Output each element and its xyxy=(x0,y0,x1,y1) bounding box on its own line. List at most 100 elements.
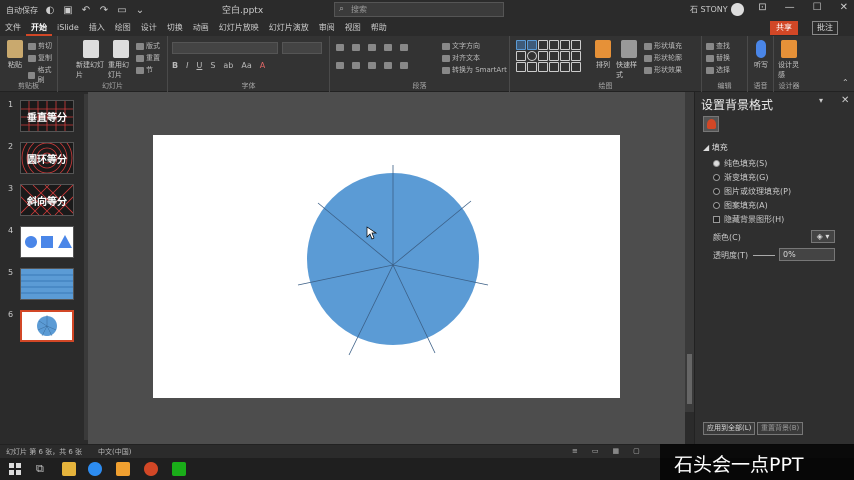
smartart-button[interactable]: 转换为 SmartArt xyxy=(442,65,507,75)
current-slide[interactable] xyxy=(153,135,620,398)
pattern-fill-radio[interactable]: 图案填充(A) xyxy=(713,200,768,211)
notes-icon[interactable]: ≡ xyxy=(572,447,578,455)
transparency-slider[interactable] xyxy=(753,255,775,256)
bullets-icon[interactable] xyxy=(336,44,344,51)
hide-bg-graphics-checkbox[interactable]: 隐藏背景图形(H) xyxy=(713,214,784,225)
slide-thumbnail-1[interactable]: 垂直等分 xyxy=(20,100,74,132)
pane-options-icon[interactable]: ▾ xyxy=(819,96,823,105)
replace-button[interactable]: 替换 xyxy=(706,53,730,63)
sorter-view-icon[interactable]: ▦ xyxy=(613,447,620,455)
align-text-button[interactable]: 对齐文本 xyxy=(442,53,480,63)
slide-thumbnail-3[interactable]: 斜向等分 xyxy=(20,184,74,216)
undo-icon[interactable]: ↶ xyxy=(80,4,92,16)
save-icon[interactable]: ▣ xyxy=(62,4,74,16)
customize-qat-icon[interactable]: ⌄ xyxy=(134,4,146,16)
maximize-icon[interactable]: ☐ xyxy=(813,2,822,13)
autosave-toggle-icon[interactable]: ◐ xyxy=(44,4,56,16)
textbox-shape-icon[interactable] xyxy=(516,40,526,50)
minimize-icon[interactable]: — xyxy=(785,2,795,13)
slide-thumbnail-6[interactable] xyxy=(20,310,74,342)
new-slide-button[interactable]: 新建幻灯片 xyxy=(76,40,106,80)
reading-view-icon[interactable]: ▢ xyxy=(633,447,640,455)
slide-scrollbar[interactable] xyxy=(685,92,694,412)
char-spacing-icon[interactable]: ab xyxy=(223,61,233,70)
underline-icon[interactable]: U xyxy=(196,61,202,70)
change-case-icon[interactable]: Aa xyxy=(241,61,251,70)
gradient-fill-radio[interactable]: 渐变填充(G) xyxy=(713,172,768,183)
shape-effects-button[interactable]: 形状效果 xyxy=(644,65,682,75)
slide-thumbnail-4[interactable] xyxy=(20,226,74,258)
arrange-button[interactable]: 排列 xyxy=(590,40,616,70)
avatar[interactable] xyxy=(731,3,744,16)
tab-draw[interactable]: 绘图 xyxy=(110,20,136,36)
browser-icon[interactable] xyxy=(88,462,102,476)
decrease-indent-icon[interactable] xyxy=(368,44,376,51)
connector-shape-icon[interactable] xyxy=(549,51,559,61)
section-button[interactable]: 节 xyxy=(136,65,153,75)
more-shapes-icon[interactable] xyxy=(571,62,581,72)
text-direction-button[interactable]: 文字方向 xyxy=(442,41,480,51)
comments-button[interactable]: 批注 xyxy=(812,21,838,35)
tab-help[interactable]: 帮助 xyxy=(366,20,392,36)
language-indicator[interactable]: 中文(中国) xyxy=(98,447,131,457)
paste-button[interactable]: 粘贴 xyxy=(4,40,26,70)
ribbon-display-icon[interactable]: ⊡ xyxy=(758,2,766,13)
transparency-input[interactable]: 0% xyxy=(779,248,835,261)
collapse-ribbon-icon[interactable]: ⌃ xyxy=(842,78,849,87)
tab-rehearse[interactable]: 幻灯片演放 xyxy=(264,20,314,36)
design-ideas-button[interactable]: 设计灵感 xyxy=(778,40,800,80)
justify-icon[interactable] xyxy=(384,62,392,69)
cut-button[interactable]: 剪切 xyxy=(28,41,52,51)
callout-shape-icon[interactable] xyxy=(549,62,559,72)
powerpoint-icon[interactable] xyxy=(144,462,158,476)
dictate-button[interactable]: 听写 xyxy=(750,40,772,70)
fill-section-header[interactable]: ◢ 填充 xyxy=(703,142,728,153)
align-left-icon[interactable] xyxy=(336,62,344,69)
slide-thumbnail-5[interactable] xyxy=(20,268,74,300)
chat-app-icon[interactable] xyxy=(172,462,186,476)
share-button[interactable]: 共享 xyxy=(770,21,798,35)
tab-file[interactable]: 文件 xyxy=(0,20,26,36)
font-color-icon[interactable]: A xyxy=(260,61,265,70)
shape-fill-button[interactable]: 形状填充 xyxy=(644,41,682,51)
align-right-icon[interactable] xyxy=(368,62,376,69)
rect2-shape-icon[interactable] xyxy=(527,51,537,61)
redo-icon[interactable]: ↷ xyxy=(98,4,110,16)
normal-view-icon[interactable]: ▭ xyxy=(592,447,599,455)
start-from-beginning-icon[interactable]: ▭ xyxy=(116,4,128,16)
solid-fill-radio[interactable]: 纯色填充(S) xyxy=(713,158,767,169)
strikethrough-icon[interactable]: S xyxy=(210,61,215,70)
picture-fill-radio[interactable]: 图片或纹理填充(P) xyxy=(713,186,791,197)
font-size-box[interactable] xyxy=(282,42,322,54)
user-name[interactable]: 石 STONY xyxy=(690,4,728,15)
file-explorer-icon[interactable] xyxy=(62,462,76,476)
shape-outline-button[interactable]: 形状轮廓 xyxy=(644,53,682,63)
close-icon[interactable]: ✕ xyxy=(841,95,849,106)
tab-slideshow[interactable]: 幻灯片放映 xyxy=(214,20,264,36)
apply-to-all-button[interactable]: 应用到全部(L) xyxy=(703,422,756,435)
fill-tab-icon[interactable] xyxy=(703,116,719,132)
arrow-shape-icon[interactable] xyxy=(560,40,570,50)
vertical-textbox-shape-icon[interactable] xyxy=(527,40,537,50)
line-spacing-icon[interactable] xyxy=(400,44,408,51)
close-icon[interactable]: ✕ xyxy=(840,2,848,13)
bracket-shape-icon[interactable] xyxy=(560,62,570,72)
arrow-right-shape-icon[interactable] xyxy=(516,62,526,72)
quick-styles-button[interactable]: 快速样式 xyxy=(616,40,642,80)
autosave-label[interactable]: 自动保存 xyxy=(6,5,38,16)
reset-background-button[interactable]: 重置背景(B) xyxy=(757,422,804,435)
task-view-icon[interactable]: ⧉ xyxy=(36,462,44,476)
font-name-box[interactable] xyxy=(172,42,278,54)
layout-button[interactable]: 版式 xyxy=(136,41,160,51)
tab-review[interactable]: 审阅 xyxy=(314,20,340,36)
align-center-icon[interactable] xyxy=(352,62,360,69)
scrollbar-thumb[interactable] xyxy=(687,354,692,404)
italic-icon[interactable]: I xyxy=(186,61,188,70)
tab-transitions[interactable]: 切换 xyxy=(162,20,188,36)
color-picker-button[interactable]: ◈ ▾ xyxy=(811,230,835,243)
line-shape-icon[interactable] xyxy=(549,40,559,50)
curve-shape-icon[interactable] xyxy=(527,62,537,72)
reuse-slide-button[interactable]: 重用幻灯片 xyxy=(108,40,134,80)
increase-indent-icon[interactable] xyxy=(384,44,392,51)
brace-shape-icon[interactable] xyxy=(560,51,570,61)
